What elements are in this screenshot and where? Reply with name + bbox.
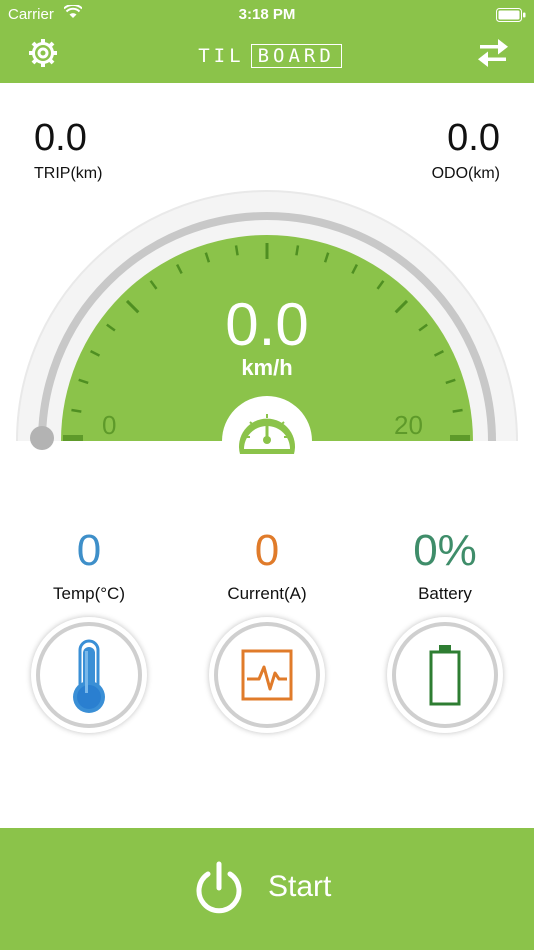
gauge-needle-knob — [30, 426, 54, 450]
status-battery-icon — [496, 8, 526, 22]
gauge-start-mark — [63, 435, 83, 441]
start-button[interactable]: Start — [0, 828, 534, 950]
temp-button[interactable] — [31, 617, 147, 733]
battery-icon — [429, 645, 461, 706]
top-bar: Carrier 3:18 PM TIL BOARD — [0, 0, 534, 83]
current-label: Current(A) — [227, 584, 307, 603]
odo-value: 0.0 — [447, 117, 500, 159]
current-icon — [241, 649, 293, 701]
status-time: 3:18 PM — [238, 6, 296, 23]
gauge-tick — [71, 408, 82, 413]
gauge-tick — [295, 245, 300, 256]
temp-value: 0 — [76, 526, 102, 575]
power-icon — [196, 861, 242, 914]
thermometer-icon — [73, 639, 105, 713]
swap-arrows-icon[interactable] — [476, 38, 510, 68]
scale-max-label: 20 — [394, 410, 423, 440]
status-bar: Carrier 3:18 PM — [0, 0, 534, 30]
gauge-tick — [234, 245, 239, 256]
trip-label: TRIP(km) — [34, 165, 103, 182]
gauge-tick — [452, 408, 463, 413]
current-button[interactable] — [209, 617, 325, 733]
battery-label: Battery — [418, 584, 472, 603]
app-logo: TIL BOARD — [0, 43, 534, 69]
speed-value: 0.0 — [225, 291, 309, 358]
start-label: Start — [268, 870, 332, 903]
odo-label: ODO(km) — [431, 165, 500, 182]
gauge-end-mark — [450, 435, 470, 441]
battery-button[interactable] — [387, 617, 503, 733]
current-value: 0 — [254, 526, 280, 575]
logo-text-a: TIL — [198, 45, 245, 67]
scale-min-label: 0 — [102, 410, 117, 440]
trip-value: 0.0 — [34, 117, 87, 159]
battery-value: 0% — [413, 526, 477, 575]
speed-unit: km/h — [241, 355, 293, 380]
temp-label: Temp(°C) — [53, 584, 125, 603]
logo-text-b: BOARD — [250, 44, 342, 68]
